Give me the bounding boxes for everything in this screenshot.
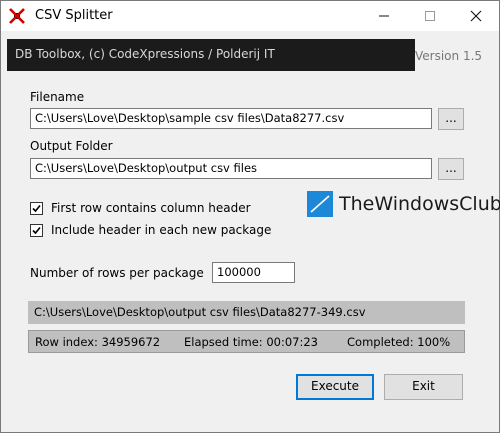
- app-icon: [9, 8, 25, 24]
- first-row-header-checkbox[interactable]: First row contains column header: [30, 201, 251, 215]
- title-bar[interactable]: CSV Splitter: [1, 1, 499, 31]
- window-title: CSV Splitter: [35, 8, 113, 23]
- completed-status: Completed: 100%: [347, 335, 451, 349]
- checkbox-checked-icon[interactable]: [30, 201, 43, 215]
- browse-filename-button[interactable]: ...: [438, 108, 464, 130]
- csv-splitter-window: CSV Splitter DB Toolbox, (c) CodeXpressi…: [0, 0, 500, 433]
- maximize-icon: [425, 11, 435, 21]
- current-file-status: C:\Users\Love\Desktop\output csv files\D…: [28, 301, 465, 324]
- filename-input[interactable]: C:\Users\Love\Desktop\sample csv files\D…: [30, 108, 432, 129]
- include-header-checkbox[interactable]: Include header in each new package: [30, 223, 271, 237]
- watermark-text: TheWindowsClub: [339, 193, 500, 215]
- first-row-header-label: First row contains column header: [51, 201, 251, 215]
- banner-text: DB Toolbox, (c) CodeXpressions / Polderi…: [15, 47, 275, 61]
- include-header-label: Include header in each new package: [51, 223, 272, 237]
- exit-button[interactable]: Exit: [384, 374, 463, 400]
- row-index-status: Row index: 34959672: [35, 335, 161, 349]
- windows-club-logo-icon: [307, 191, 333, 217]
- close-button[interactable]: [453, 1, 499, 31]
- app-banner: DB Toolbox, (c) CodeXpressions / Polderi…: [7, 39, 415, 71]
- output-folder-input[interactable]: C:\Users\Love\Desktop\output csv files: [30, 158, 432, 179]
- close-icon: [470, 10, 482, 22]
- browse-output-button[interactable]: ...: [438, 158, 464, 180]
- execute-button[interactable]: Execute: [296, 374, 374, 400]
- minimize-icon: [379, 15, 389, 17]
- progress-status-bar: Row index: 34959672 Elapsed time: 00:07:…: [28, 330, 465, 353]
- minimize-button[interactable]: [361, 1, 407, 31]
- rows-per-package-label: Number of rows per package: [30, 266, 204, 280]
- checkbox-checked-icon[interactable]: [30, 223, 43, 237]
- filename-label: Filename: [30, 90, 85, 104]
- rows-per-package-input[interactable]: 100000: [212, 262, 295, 283]
- maximize-button[interactable]: [407, 1, 453, 31]
- elapsed-time-status: Elapsed time: 00:07:23: [184, 335, 318, 349]
- version-label: Version 1.5: [415, 49, 483, 63]
- watermark: TheWindowsClub: [307, 191, 500, 217]
- output-folder-label: Output Folder: [30, 139, 113, 153]
